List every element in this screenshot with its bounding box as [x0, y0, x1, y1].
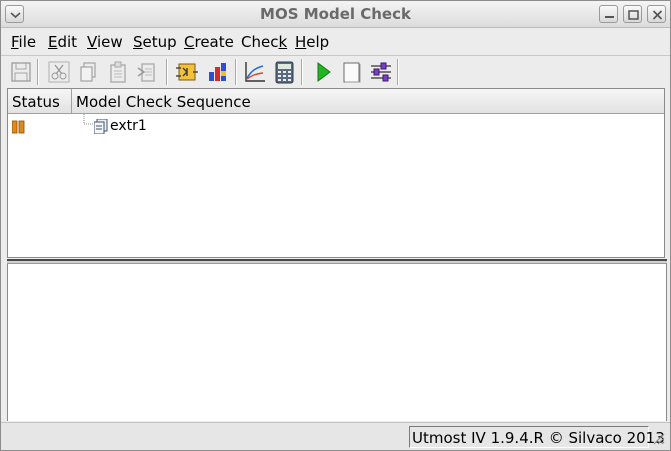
maximize-button[interactable]: [623, 5, 642, 23]
chart-bars-button[interactable]: [204, 59, 230, 85]
toolbar: [1, 55, 670, 87]
status-bar: Utmost IV 1.9.4.R © Silvaco 2013: [1, 422, 670, 450]
page-button[interactable]: [338, 59, 364, 85]
status-field: Utmost IV 1.9.4.R © Silvaco 2013: [409, 426, 665, 448]
sequence-item-label: extr1: [110, 118, 147, 134]
toolbar-separator: [235, 59, 237, 85]
menu-file[interactable]: File: [11, 33, 36, 51]
copy-icon: [80, 62, 96, 82]
run-icon: [317, 62, 331, 82]
plot-axes-button[interactable]: [241, 59, 267, 85]
menu-setup[interactable]: Setup: [133, 33, 177, 51]
close-button[interactable]: [647, 5, 666, 23]
paste-button[interactable]: [105, 59, 131, 85]
menu-create[interactable]: Create: [184, 33, 234, 51]
save-button[interactable]: [8, 59, 34, 85]
menu-check[interactable]: Check: [241, 33, 287, 51]
menu-view[interactable]: View: [87, 33, 123, 51]
column-header-status[interactable]: Status: [8, 89, 72, 114]
paste-icon: [110, 61, 126, 83]
calculator-icon: [275, 61, 294, 84]
menu-edit[interactable]: Edit: [48, 33, 77, 51]
close-icon: [652, 10, 663, 20]
toolbar-separator: [397, 59, 399, 85]
table-header: Status Model Check Sequence: [8, 89, 664, 114]
toolbar-separator: [37, 59, 39, 85]
circuit-icon: [176, 63, 198, 81]
delete-button[interactable]: [135, 59, 161, 85]
maximize-icon: [628, 10, 639, 20]
settings-sliders-button[interactable]: [368, 59, 394, 85]
table-row[interactable]: extr1: [8, 114, 664, 138]
minimize-icon: [605, 16, 614, 18]
window-title: MOS Model Check: [260, 5, 411, 23]
menu-bar: File Edit View Setup Create Check Help: [1, 29, 670, 55]
cut-icon: [48, 61, 70, 83]
sequence-table: Status Model Check Sequence extr1: [7, 88, 665, 258]
minimize-button[interactable]: [599, 5, 618, 23]
resize-grip-icon[interactable]: [651, 431, 665, 445]
save-icon: [11, 62, 31, 82]
document-node-icon: [94, 119, 108, 134]
menu-help[interactable]: Help: [295, 33, 329, 51]
plot-axes-icon: [245, 62, 265, 82]
toolbar-separator: [301, 59, 303, 85]
settings-sliders-icon: [371, 62, 391, 82]
page-icon: [343, 62, 361, 83]
toolbar-separator: [166, 59, 168, 85]
column-header-sequence[interactable]: Model Check Sequence: [72, 89, 664, 114]
calculator-button[interactable]: [271, 59, 297, 85]
output-pane: [7, 264, 667, 421]
circuit-button[interactable]: [174, 59, 200, 85]
chart-bars-icon: [209, 63, 226, 81]
paused-status-icon: [12, 120, 25, 134]
copy-button[interactable]: [76, 59, 102, 85]
delete-icon: [137, 63, 155, 82]
run-button[interactable]: [309, 59, 335, 85]
title-bar: MOS Model Check: [1, 1, 670, 28]
tree-connector-icon: [83, 114, 93, 125]
status-text: Utmost IV 1.9.4.R © Silvaco 2013: [412, 429, 665, 447]
app-window: MOS Model Check File Edit View Setup Cre…: [0, 0, 671, 451]
cut-button[interactable]: [46, 59, 72, 85]
